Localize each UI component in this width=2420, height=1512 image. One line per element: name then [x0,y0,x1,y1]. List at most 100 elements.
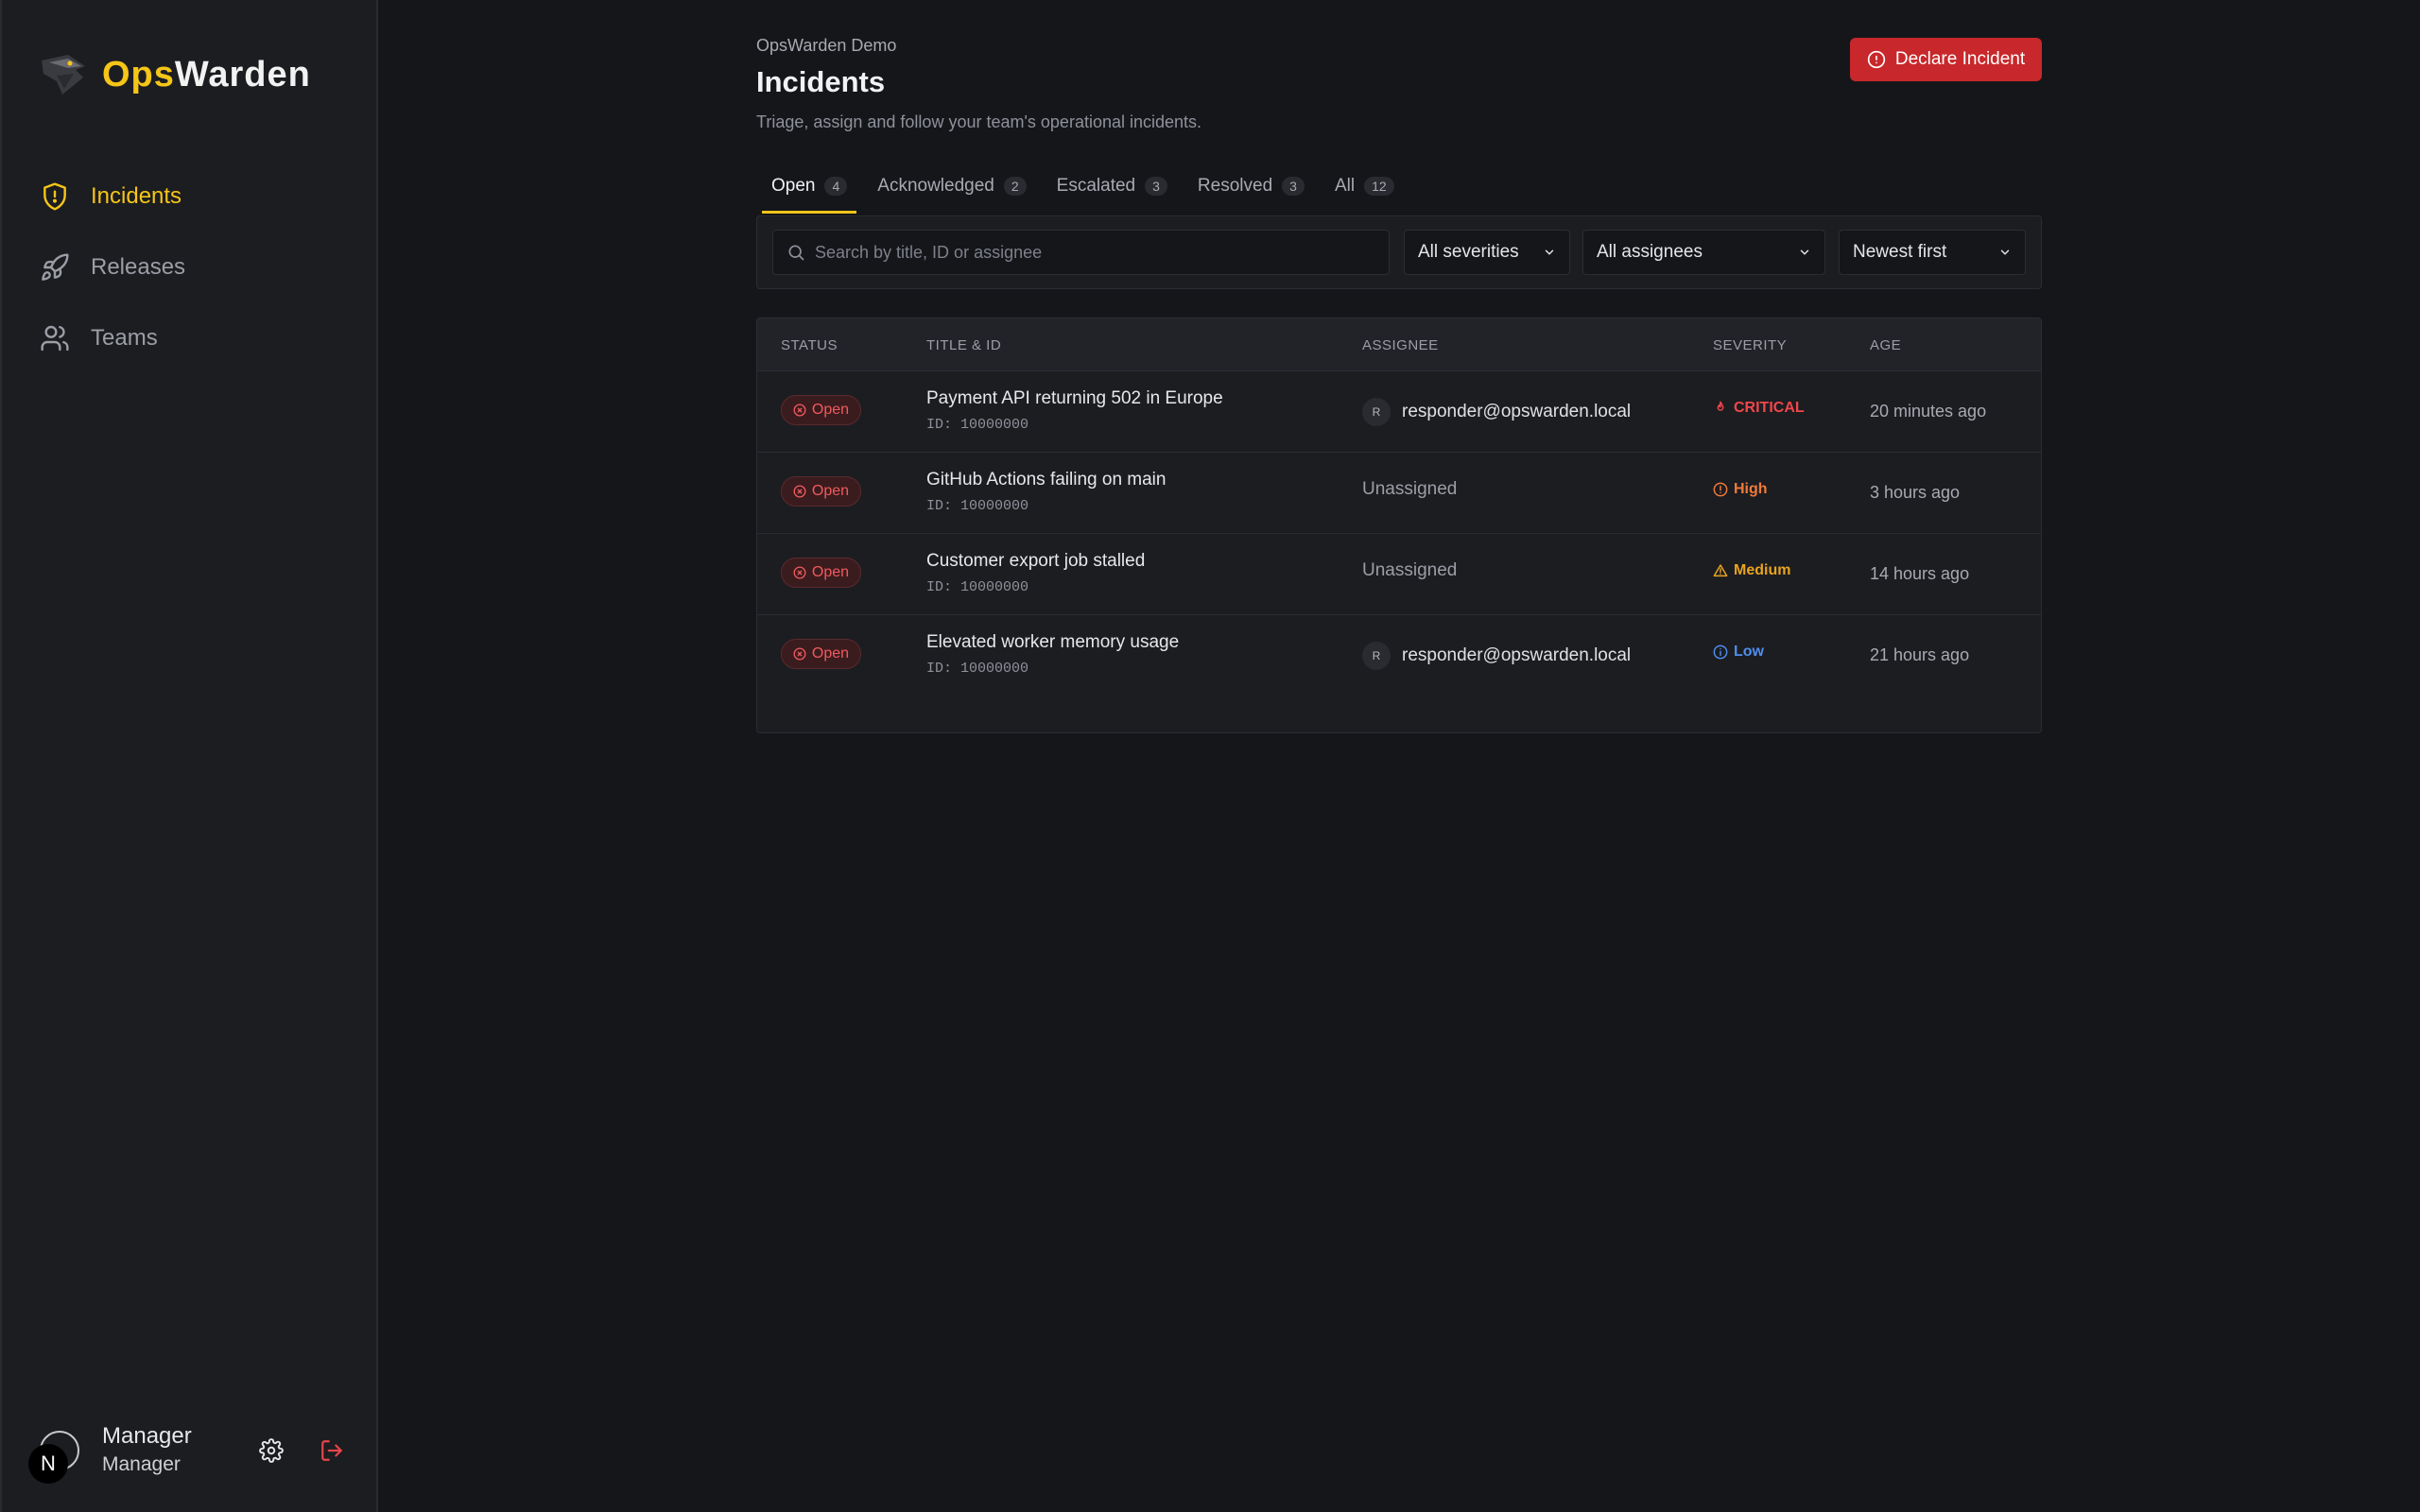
tab-count: 3 [1282,177,1305,196]
tab-count: 4 [824,177,848,196]
incident-age: 14 hours ago [1870,564,1970,583]
chevron-down-icon [1800,249,1809,255]
tab-count: 3 [1145,177,1167,196]
incident-id: ID: 10000000 [926,417,1029,433]
assignee-cell[interactable]: Rresponder@opswarden.local [1362,398,1631,426]
status-tabs: Open 4 Acknowledged 2 Escalated 3 Resolv… [762,176,1415,214]
severity-label: Low [1734,644,1764,660]
incident-age: 3 hours ago [1870,483,1961,502]
tab-escalated[interactable]: Escalated 3 [1047,176,1177,214]
column-severity[interactable]: SEVERITY [1713,337,1787,353]
sidebar-item-label: Incidents [91,183,182,209]
tab-label: Acknowledged [877,176,994,196]
column-age[interactable]: AGE [1870,337,1901,353]
logout-icon[interactable] [320,1438,344,1463]
incidents-table: STATUS TITLE & ID ASSIGNEE SEVERITY AGE … [756,318,2042,733]
severity-label: CRITICAL [1734,400,1805,416]
user-name: Manager [102,1423,192,1449]
status-badge: Open [781,639,861,669]
flame-icon [1717,401,1724,411]
user-role: Manager [102,1453,181,1475]
breadcrumb[interactable]: OpsWarden Demo [756,36,2042,56]
brand-name: OpsWarden [102,55,311,95]
tab-all[interactable]: All 12 [1325,176,1404,214]
assignee-avatar: R [1362,398,1391,426]
status-label: Open [811,402,850,418]
info-icon [1713,644,1728,660]
severity-label: Medium [1734,562,1791,578]
sidebar-item-incidents[interactable]: Incidents [40,170,352,223]
incident-title[interactable]: Payment API returning 502 in Europe [926,388,1223,409]
tab-label: Open [771,176,816,196]
assignee-select[interactable]: All assignees [1582,230,1825,275]
severity-badge: High [1713,481,1768,498]
status-label: Open [811,564,850,580]
assignee-cell[interactable]: Unassigned [1362,479,1457,500]
circle-x-icon [793,566,806,579]
tab-acknowledged[interactable]: Acknowledged 2 [868,176,1035,214]
assignee-name: Unassigned [1362,479,1458,499]
sidebar-item-teams[interactable]: Teams [40,312,352,365]
status-badge: Open [781,558,861,588]
circle-x-icon [793,647,806,661]
table-body: Open Payment API returning 502 in Europe I… [757,371,2041,696]
gear-icon[interactable] [259,1438,284,1463]
column-status[interactable]: STATUS [781,337,838,353]
table-row[interactable]: Open Payment API returning 502 in Europe I… [757,371,2041,453]
sidebar-nav: Incidents Releases Teams [40,170,352,383]
incident-title[interactable]: Customer export job stalled [926,551,1145,572]
sidebar-item-releases[interactable]: Releases [40,241,352,294]
tab-open[interactable]: Open 4 [762,176,857,214]
avatar-badge: N [28,1444,68,1484]
incident-id: ID: 10000000 [926,498,1029,514]
search-input[interactable] [815,242,1382,263]
brand-suffix: Warden [174,54,311,94]
sort-select[interactable]: Newest first [1839,230,2026,275]
status-label: Open [811,483,850,499]
severity-select[interactable]: All severities [1404,230,1570,275]
rocket-icon [42,253,69,281]
logo[interactable]: OpsWarden [40,53,311,96]
circle-x-icon [793,485,806,498]
declare-incident-label: Declare Incident [1894,49,2026,69]
sidebar: OpsWarden Incidents Releases Teams N Man… [0,0,378,1512]
brand-prefix: Ops [102,54,175,94]
shield-alert-icon [43,182,66,211]
chevron-down-icon [1545,249,1554,255]
sidebar-item-label: Teams [91,325,158,351]
hawk-logo-icon [42,55,85,94]
severity-badge: Low [1713,644,1764,661]
users-icon [41,325,69,352]
column-title[interactable]: TITLE & ID [926,337,1001,353]
assignee-avatar: R [1362,642,1391,670]
incident-age: 21 hours ago [1870,645,1970,664]
declare-incident-button[interactable]: Declare Incident [1850,38,2042,81]
column-assignee[interactable]: ASSIGNEE [1362,337,1439,353]
severity-badge: CRITICAL [1713,400,1805,417]
incident-id: ID: 10000000 [926,579,1029,595]
search-box [772,230,1390,275]
status-label: Open [811,645,850,662]
severity-badge: Medium [1713,562,1790,579]
tab-label: All [1334,176,1356,196]
assignee-name: responder@opswarden.local [1402,645,1632,665]
warning-triangle-icon [1713,564,1728,577]
filter-bar: All severities All assignees Newest firs… [756,215,2042,289]
tab-count: 12 [1364,177,1394,196]
tab-resolved[interactable]: Resolved 3 [1188,176,1314,214]
status-badge: Open [781,476,861,507]
assignee-name: responder@opswarden.local [1402,402,1632,421]
incident-title[interactable]: Elevated worker memory usage [926,632,1179,653]
incident-title[interactable]: GitHub Actions failing on main [926,470,1166,490]
table-row[interactable]: Open Customer export job stalled ID: 10000… [757,534,2041,615]
tab-count: 2 [1003,177,1027,196]
table-row[interactable]: Open Elevated worker memory usage ID: 1000… [757,615,2041,696]
assignee-cell[interactable]: Unassigned [1362,560,1457,581]
assignee-name: Unassigned [1362,560,1458,580]
assignee-cell[interactable]: Rresponder@opswarden.local [1362,642,1631,670]
table-row[interactable]: Open GitHub Actions failing on main ID: 10… [757,453,2041,534]
main-content: OpsWarden Demo Incidents Triage, assign … [756,36,2042,733]
circle-x-icon [793,404,806,417]
page-subtitle: Triage, assign and follow your team's op… [756,112,1202,131]
sidebar-item-label: Releases [91,254,186,280]
